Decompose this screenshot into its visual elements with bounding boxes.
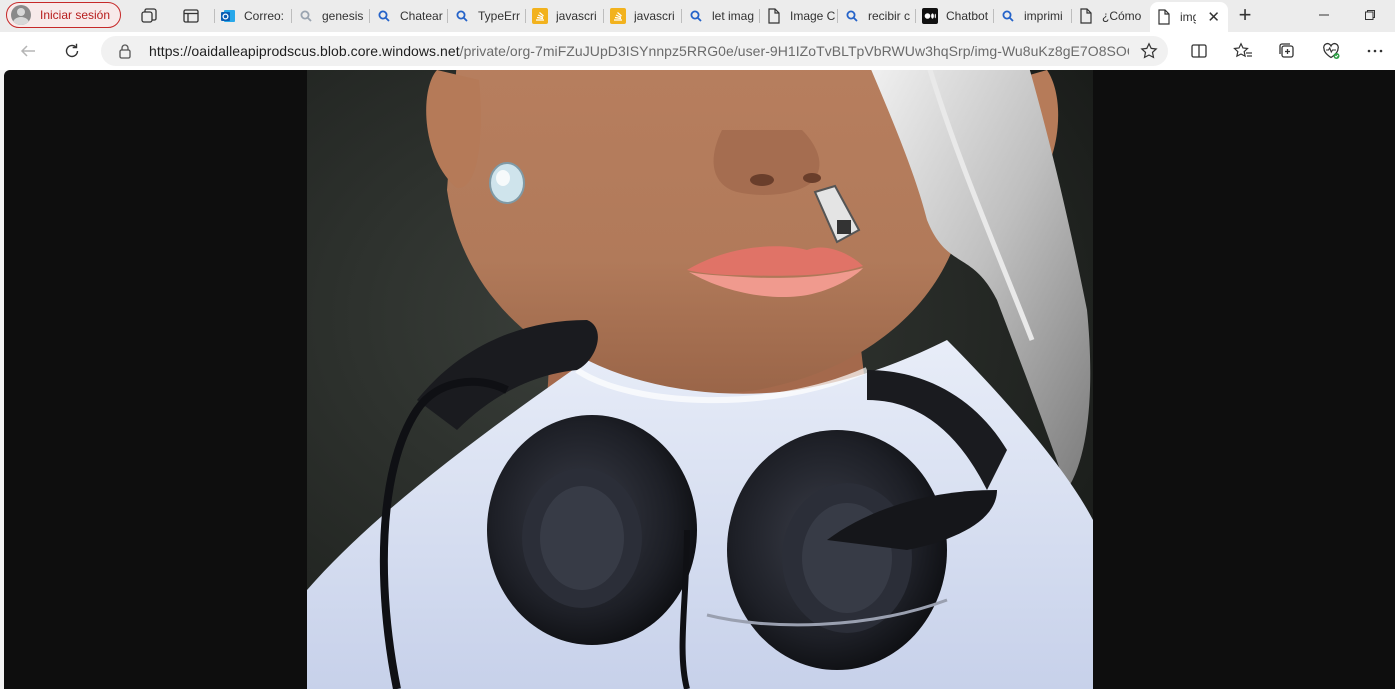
tab-title: let imag xyxy=(712,9,755,23)
browser-essentials-icon[interactable] xyxy=(1321,41,1341,61)
page-icon xyxy=(766,8,782,24)
tab-genesis[interactable]: genesis xyxy=(292,3,368,29)
browser-toolbar: https://oaidalleapiprodscus.blob.core.wi… xyxy=(0,32,1395,70)
tab-chatear[interactable]: Chatear xyxy=(370,3,446,29)
tab-image-c[interactable]: Image C xyxy=(760,3,836,29)
tab-title: Chatear xyxy=(400,9,443,23)
tab-title: javascri xyxy=(556,9,597,23)
workspaces-icon[interactable] xyxy=(139,6,159,26)
tab-como[interactable]: ¿Cómo xyxy=(1072,3,1148,29)
back-button[interactable] xyxy=(17,40,39,62)
stackoverflow-icon xyxy=(610,8,626,24)
tab-actions-icon[interactable] xyxy=(181,6,201,26)
tab-title: TypeErr xyxy=(478,9,521,23)
outlook-icon xyxy=(220,8,236,24)
search-icon xyxy=(454,8,470,24)
page-icon xyxy=(1156,9,1172,25)
tab-title: Chatbot xyxy=(946,9,989,23)
tab-correo[interactable]: Correo: xyxy=(214,3,290,29)
close-tab-icon[interactable]: ✕ xyxy=(1207,8,1220,26)
minimize-button[interactable] xyxy=(1314,6,1334,26)
lock-icon[interactable] xyxy=(117,43,133,59)
tab-title: ¿Cómo xyxy=(1102,9,1142,23)
refresh-button[interactable] xyxy=(61,40,83,62)
portrait-illustration xyxy=(307,70,1093,689)
search-icon xyxy=(298,8,314,24)
tab-title: Image C xyxy=(790,9,836,23)
tab-typeerror[interactable]: TypeErr xyxy=(448,3,524,29)
search-icon xyxy=(376,8,392,24)
page-icon xyxy=(1078,8,1094,24)
stackoverflow-icon xyxy=(532,8,548,24)
tab-title: Correo: xyxy=(244,9,285,23)
url-host: https://oaidalleapiprodscus.blob.core.wi… xyxy=(149,43,460,59)
page-viewport xyxy=(4,70,1395,689)
tab-imprimir[interactable]: imprimi xyxy=(994,3,1070,29)
tab-title: genesis xyxy=(322,9,364,23)
tab-javascript-2[interactable]: javascri xyxy=(604,3,680,29)
tab-recibir[interactable]: recibir c xyxy=(838,3,914,29)
more-menu-icon[interactable] xyxy=(1365,41,1385,61)
new-tab-button[interactable]: + xyxy=(1234,4,1256,27)
tab-img-active[interactable]: img ✕ xyxy=(1150,2,1228,32)
tab-chatbot[interactable]: Chatbot xyxy=(916,3,992,29)
search-icon xyxy=(688,8,704,24)
tab-title: javascri xyxy=(634,9,675,23)
address-bar[interactable]: https://oaidalleapiprodscus.blob.core.wi… xyxy=(101,36,1168,66)
search-icon xyxy=(844,8,860,24)
favorites-icon[interactable] xyxy=(1233,41,1253,61)
tab-strip: Iniciar sesión Correo: genesis Chatear T… xyxy=(0,0,1395,32)
tab-let-image[interactable]: let imag xyxy=(682,3,758,29)
url-path: /private/org-7miFZuJUpD3ISYnnpz5RRG0e/us… xyxy=(459,43,1129,59)
url-text[interactable]: https://oaidalleapiprodscus.blob.core.wi… xyxy=(149,43,1129,59)
tab-title: recibir c xyxy=(868,9,911,23)
restore-button[interactable] xyxy=(1360,6,1380,26)
tab-javascript-1[interactable]: javascri xyxy=(526,3,602,29)
collections-icon[interactable] xyxy=(1277,41,1297,61)
avatar xyxy=(11,5,31,25)
profile-button[interactable]: Iniciar sesión xyxy=(6,2,121,28)
profile-label: Iniciar sesión xyxy=(40,8,111,22)
medium-icon xyxy=(922,8,938,24)
generated-image[interactable] xyxy=(307,70,1093,689)
split-screen-icon[interactable] xyxy=(1189,41,1209,61)
search-icon xyxy=(1000,8,1016,24)
tab-title: imprimi xyxy=(1024,9,1063,23)
tab-title: img xyxy=(1180,10,1196,24)
favorite-star-icon[interactable] xyxy=(1140,42,1158,60)
